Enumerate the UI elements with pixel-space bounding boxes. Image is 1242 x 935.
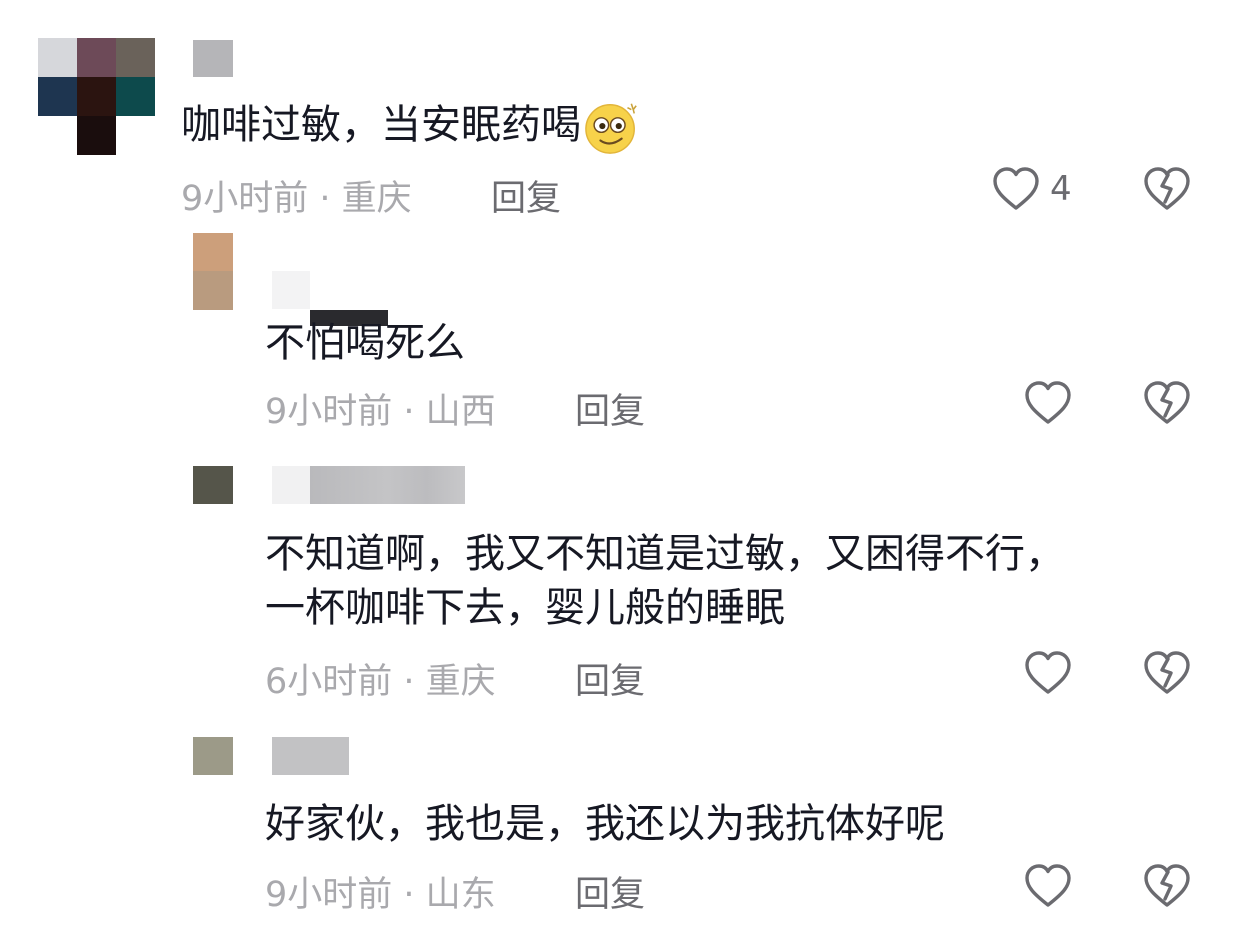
dislike-button[interactable] (1143, 863, 1191, 909)
broken-heart-icon (1144, 864, 1190, 907)
like-button[interactable] (1024, 650, 1072, 696)
heart-outline-icon (1025, 651, 1071, 694)
like-button[interactable] (1024, 863, 1072, 909)
avatar-pixel (193, 233, 233, 271)
comment-meta: 9小时前 · 重庆 (181, 179, 412, 219)
comment-text: 好家伙，我也是，我还以为我抗体好呢 (265, 801, 945, 847)
username-blurred[interactable] (193, 40, 233, 77)
reply-button[interactable]: 回复 (575, 653, 645, 704)
avatar-pixel (77, 116, 116, 155)
username-blurred[interactable] (272, 271, 310, 309)
avatar-pixel (116, 77, 155, 116)
heart-outline-icon (1025, 864, 1071, 907)
avatar-pixel (77, 38, 116, 77)
comment-text: 不怕喝死么 (265, 320, 465, 366)
avatar-pixel (193, 466, 233, 504)
avatar-pixel (193, 737, 233, 775)
avatar[interactable] (193, 233, 233, 310)
avatar[interactable] (38, 38, 155, 155)
reply-button[interactable]: 回复 (575, 383, 645, 434)
broken-heart-icon (1144, 381, 1190, 424)
reply-button[interactable]: 回复 (575, 866, 645, 917)
comment-list: 咖啡过敏，当安眠药喝 9小时前 · 重庆 回复 4 不怕喝死么 9小时前 · 山… (0, 0, 1242, 935)
heart-outline-icon (1025, 381, 1071, 424)
broken-heart-icon (1144, 167, 1190, 210)
like-button[interactable] (1024, 380, 1072, 426)
like-count: 4 (1050, 169, 1072, 209)
comment-text: 不知道啊，我又不知道是过敏，又困得不行， 一杯咖啡下去，婴儿般的睡眠 (265, 527, 1065, 635)
comment-meta: 6小时前 · 重庆 (265, 662, 496, 702)
comment-text-line: 一杯咖啡下去，婴儿般的睡眠 (265, 585, 785, 631)
broken-heart-icon (1144, 651, 1190, 694)
avatar-pixel (38, 77, 77, 116)
dislike-button[interactable] (1143, 380, 1191, 426)
avatar-pixel (38, 116, 77, 155)
comment-meta: 9小时前 · 山西 (265, 392, 496, 432)
username-blurred[interactable] (272, 466, 465, 504)
dizzy-face-emoji (585, 103, 637, 154)
avatar-pixel (116, 38, 155, 77)
avatar[interactable] (193, 466, 233, 504)
avatar-pixel (193, 271, 233, 310)
avatar[interactable] (193, 737, 233, 775)
comment-text-line: 不知道啊，我又不知道是过敏，又困得不行， (265, 531, 1065, 577)
dislike-button[interactable] (1143, 650, 1191, 696)
heart-outline-icon (993, 167, 1039, 210)
comment-text-content: 咖啡过敏，当安眠药喝 (181, 102, 581, 148)
dislike-button[interactable] (1143, 166, 1191, 212)
reply-button[interactable]: 回复 (491, 170, 561, 221)
like-button[interactable]: 4 (992, 166, 1072, 212)
avatar-pixel (116, 116, 155, 155)
avatar-pixel (77, 77, 116, 116)
comment-text: 咖啡过敏，当安眠药喝 (181, 98, 641, 156)
comment-meta: 9小时前 · 山东 (265, 875, 496, 915)
username-blurred[interactable] (272, 737, 349, 775)
avatar-pixel (38, 38, 77, 77)
